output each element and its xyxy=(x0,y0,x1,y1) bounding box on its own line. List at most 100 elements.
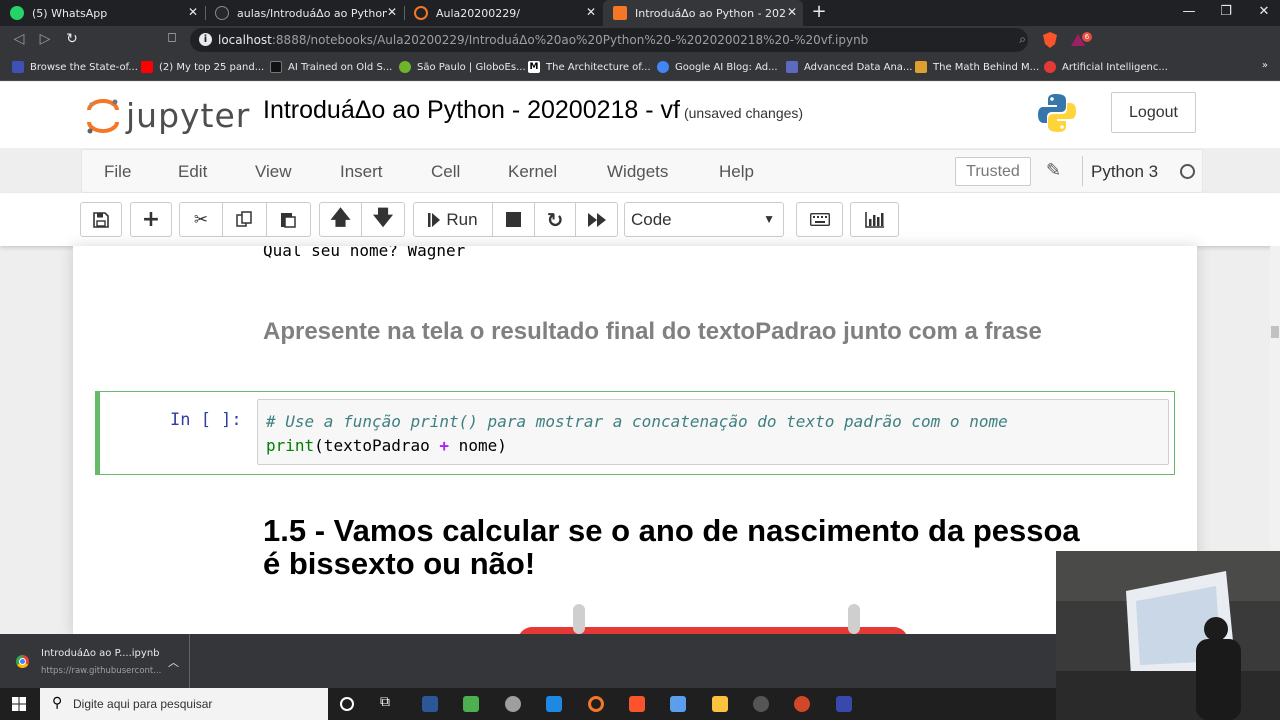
bookmark-item[interactable]: Browse the State-of... xyxy=(12,60,138,74)
close-icon[interactable]: ✕ xyxy=(586,5,596,19)
brave-shield-icon[interactable] xyxy=(1043,32,1057,48)
address-bar[interactable]: i localhost:8888/notebooks/Aula20200229/… xyxy=(190,28,1028,52)
paste-button[interactable] xyxy=(266,202,311,237)
copy-button[interactable] xyxy=(222,202,267,237)
markdown-heading[interactable]: Apresente na tela o resultado final do t… xyxy=(263,318,1083,345)
restart-run-all-button[interactable] xyxy=(575,202,618,237)
restart-button[interactable]: ↻ xyxy=(534,202,576,237)
cortana-icon[interactable] xyxy=(340,697,354,711)
download-filename: IntroduáΔo ao P....ipynb xyxy=(41,648,160,659)
code-editor[interactable]: # Use a função print() para mostrar a co… xyxy=(257,399,1169,465)
interrupt-button[interactable] xyxy=(492,202,535,237)
paste-icon xyxy=(281,213,296,228)
move-up-button[interactable]: 🡅 xyxy=(319,202,362,237)
tab-jupyter-tree[interactable]: Aula20200229/ ✕ xyxy=(404,0,602,26)
menu-view[interactable]: View xyxy=(255,162,292,182)
cut-button[interactable]: ✂ xyxy=(179,202,223,237)
github-icon xyxy=(215,6,229,20)
scrollbar-thumb[interactable] xyxy=(1271,326,1279,338)
cell-type-select[interactable]: Code ▼ xyxy=(624,202,784,237)
cell-type-value: Code xyxy=(631,210,672,229)
pencil-icon[interactable]: ✎ xyxy=(1046,160,1061,181)
new-tab-button[interactable]: + xyxy=(811,3,827,21)
folder-icon[interactable] xyxy=(712,696,728,712)
bookmark-item[interactable]: AI Trained on Old S... xyxy=(270,60,392,74)
bookmark-item[interactable]: São Paulo | GloboEs... xyxy=(399,60,526,74)
powerpoint-icon[interactable] xyxy=(794,696,810,712)
section-heading[interactable]: 1.5 - Vamos calcular se o ano de nascime… xyxy=(263,514,1083,580)
back-icon[interactable]: ◁ xyxy=(11,31,27,47)
menu-widgets[interactable]: Widgets xyxy=(607,162,668,182)
close-icon[interactable]: ✕ xyxy=(188,5,198,19)
globo-icon xyxy=(399,61,411,73)
brave-icon[interactable] xyxy=(629,696,645,712)
save-button[interactable] xyxy=(80,202,122,237)
code-args: (textoPadrao xyxy=(314,436,440,455)
menu-edit[interactable]: Edit xyxy=(178,162,207,182)
arrow-down-icon: 🡇 xyxy=(372,204,394,229)
powershell-icon[interactable] xyxy=(546,696,562,712)
tab-label: IntroduáΔo ao Python - 20200218 xyxy=(635,6,785,20)
jupyter-logo[interactable]: jupyter xyxy=(86,92,249,136)
taskbar-app-icon[interactable] xyxy=(753,696,769,712)
code-cell-selected[interactable]: In [ ]: # Use a função print() para most… xyxy=(95,391,1175,475)
tab-notebook-active[interactable]: IntroduáΔo ao Python - 20200218 ✕ xyxy=(603,0,803,26)
insert-cell-button[interactable]: + xyxy=(130,202,172,237)
calendar-image xyxy=(519,604,907,634)
tab-github[interactable]: aulas/IntroduáΔo ao Python - 202 ✕ xyxy=(205,0,403,26)
tab-label: (5) WhatsApp xyxy=(32,6,108,20)
logout-button[interactable]: Logout xyxy=(1111,92,1196,133)
bookmark-label: The Architecture of... xyxy=(546,61,651,73)
trusted-indicator[interactable]: Trusted xyxy=(955,157,1031,186)
task-view-icon[interactable]: ⧉ xyxy=(380,694,396,710)
bookmark-item[interactable]: The Math Behind M... xyxy=(915,60,1039,74)
taskbar-app-icon[interactable] xyxy=(836,696,852,712)
move-down-button[interactable]: 🡇 xyxy=(361,202,405,237)
cell-output: Qual seu nome? Wagner xyxy=(263,246,466,260)
menu-insert[interactable]: Insert xyxy=(340,162,383,182)
taskbar-search-placeholder: Digite aqui para pesquisar xyxy=(73,697,213,711)
download-item[interactable]: IntroduáΔo ao P....ipynb https://raw.git… xyxy=(0,634,190,688)
menu-file[interactable]: File xyxy=(104,162,131,182)
jupyter-app-icon[interactable] xyxy=(588,696,604,712)
menu-help[interactable]: Help xyxy=(719,162,754,182)
minimize-icon[interactable]: — xyxy=(1182,4,1196,19)
window-close-icon[interactable]: ✕ xyxy=(1257,4,1271,19)
zoom-icon[interactable]: ⌕ xyxy=(1019,32,1026,47)
bookmark-item[interactable]: Advanced Data Ana... xyxy=(786,60,912,74)
bar-chart-icon xyxy=(865,211,884,228)
url-text[interactable]: localhost:8888/notebooks/Aula20200229/In… xyxy=(218,33,868,47)
run-button[interactable]: Run xyxy=(413,202,493,237)
taskbar-app-icon[interactable] xyxy=(422,696,438,712)
close-icon[interactable]: ✕ xyxy=(787,5,797,19)
taskbar-app-icon[interactable] xyxy=(463,696,479,712)
command-palette-button[interactable] xyxy=(796,202,843,237)
taskbar-search[interactable]: ⚲ Digite aqui para pesquisar xyxy=(40,688,328,720)
url-path: :8888/notebooks/Aula20200229/IntroduáΔo%… xyxy=(271,33,869,47)
notebook-name[interactable]: IntroduáΔo ao Python - 20200218 - vf xyxy=(263,96,680,124)
bookmarks-more-icon[interactable]: » xyxy=(1262,60,1268,71)
bookmark-item[interactable]: Artificial Intelligenc... xyxy=(1044,60,1168,74)
site-info-icon[interactable]: i xyxy=(199,33,212,46)
reload-icon[interactable]: ↻ xyxy=(64,31,80,47)
jupyter-header: jupyter IntroduáΔo ao Python - 20200218 … xyxy=(0,82,1280,148)
taskbar-app-icon[interactable] xyxy=(505,696,521,712)
forward-icon[interactable]: ▷ xyxy=(37,31,53,47)
bookmark-item[interactable]: M The Architecture of... xyxy=(528,60,651,74)
maximize-icon[interactable]: ❐ xyxy=(1219,4,1233,19)
code-comment: # Use a função print() para mostrar a co… xyxy=(266,412,1008,431)
jupyter-wordmark: jupyter xyxy=(126,96,251,135)
tab-whatsapp[interactable]: (5) WhatsApp ✕ xyxy=(0,0,204,26)
chart-button[interactable] xyxy=(850,202,899,237)
windows-start-icon[interactable] xyxy=(12,697,26,711)
run-label: Run xyxy=(446,209,478,229)
menu-kernel[interactable]: Kernel xyxy=(508,162,557,182)
close-icon[interactable]: ✕ xyxy=(387,5,397,19)
bookmark-icon[interactable]: ⎕ xyxy=(164,31,180,46)
bookmark-item[interactable]: Google AI Blog: Ad... xyxy=(657,60,778,74)
taskbar-app-icon[interactable] xyxy=(670,696,686,712)
bookmark-item[interactable]: (2) My top 25 pand... xyxy=(141,60,264,74)
notebook-title[interactable]: IntroduáΔo ao Python - 20200218 - vf (uns… xyxy=(263,96,803,125)
chevron-up-icon[interactable]: ︿ xyxy=(168,654,179,670)
menu-cell[interactable]: Cell xyxy=(431,162,460,182)
